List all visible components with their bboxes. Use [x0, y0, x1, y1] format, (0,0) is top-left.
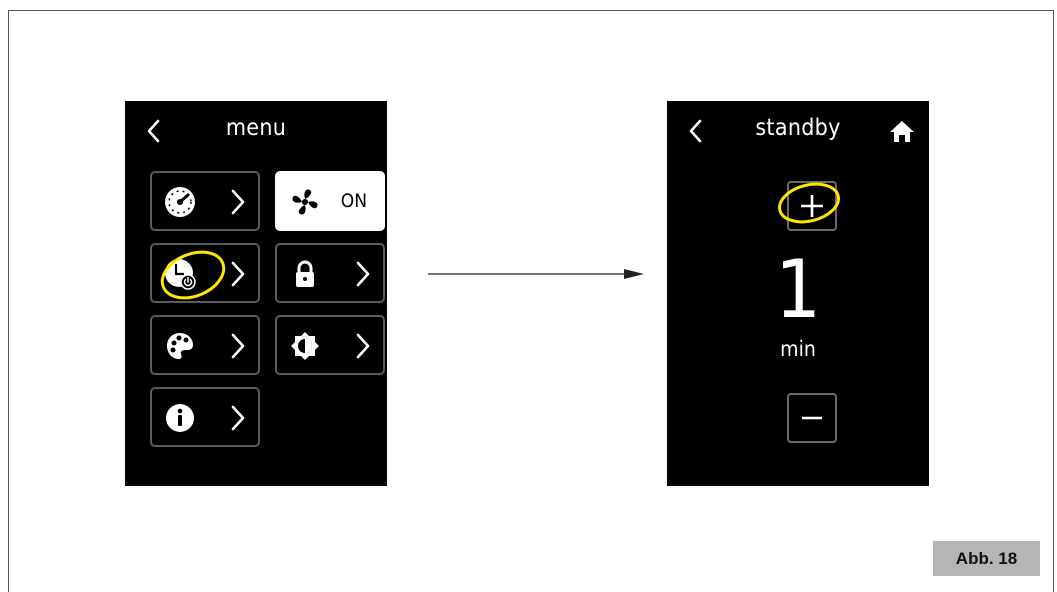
transition-arrow — [428, 269, 644, 279]
standby-timer-icon — [165, 259, 196, 290]
standby-screen: standby 1 min — [667, 101, 929, 486]
menu-screen: menu ON — [125, 101, 387, 486]
decrease-button[interactable] — [787, 393, 837, 443]
tile-color[interactable] — [150, 315, 260, 375]
minus-icon — [802, 416, 822, 420]
brightness-icon — [291, 332, 319, 360]
info-icon — [166, 404, 194, 432]
standby-unit: min — [780, 337, 816, 361]
fan-icon — [292, 189, 318, 215]
figure-label: Abb. 18 — [933, 541, 1040, 576]
standby-value: 1 — [775, 243, 821, 336]
chevron-right-icon — [231, 261, 245, 287]
fan-state-label: ON — [340, 190, 367, 212]
tile-standby[interactable] — [150, 243, 260, 303]
chevron-right-icon — [356, 261, 370, 287]
chevron-right-icon — [231, 189, 245, 215]
tile-info[interactable] — [150, 387, 260, 447]
menu-title: menu — [225, 115, 287, 141]
speedometer-icon — [165, 187, 195, 217]
chevron-right-icon — [231, 333, 245, 359]
increase-button[interactable] — [787, 181, 837, 231]
chevron-right-icon — [356, 333, 370, 359]
tile-speed[interactable] — [150, 171, 260, 231]
home-icon[interactable] — [887, 116, 917, 146]
tile-lock[interactable] — [275, 243, 385, 303]
palette-icon — [167, 333, 193, 359]
plus-icon — [801, 195, 823, 217]
chevron-right-icon — [231, 405, 245, 431]
tile-fan-toggle[interactable]: ON — [275, 171, 385, 231]
tile-brightness[interactable] — [275, 315, 385, 375]
lock-icon — [296, 260, 314, 287]
